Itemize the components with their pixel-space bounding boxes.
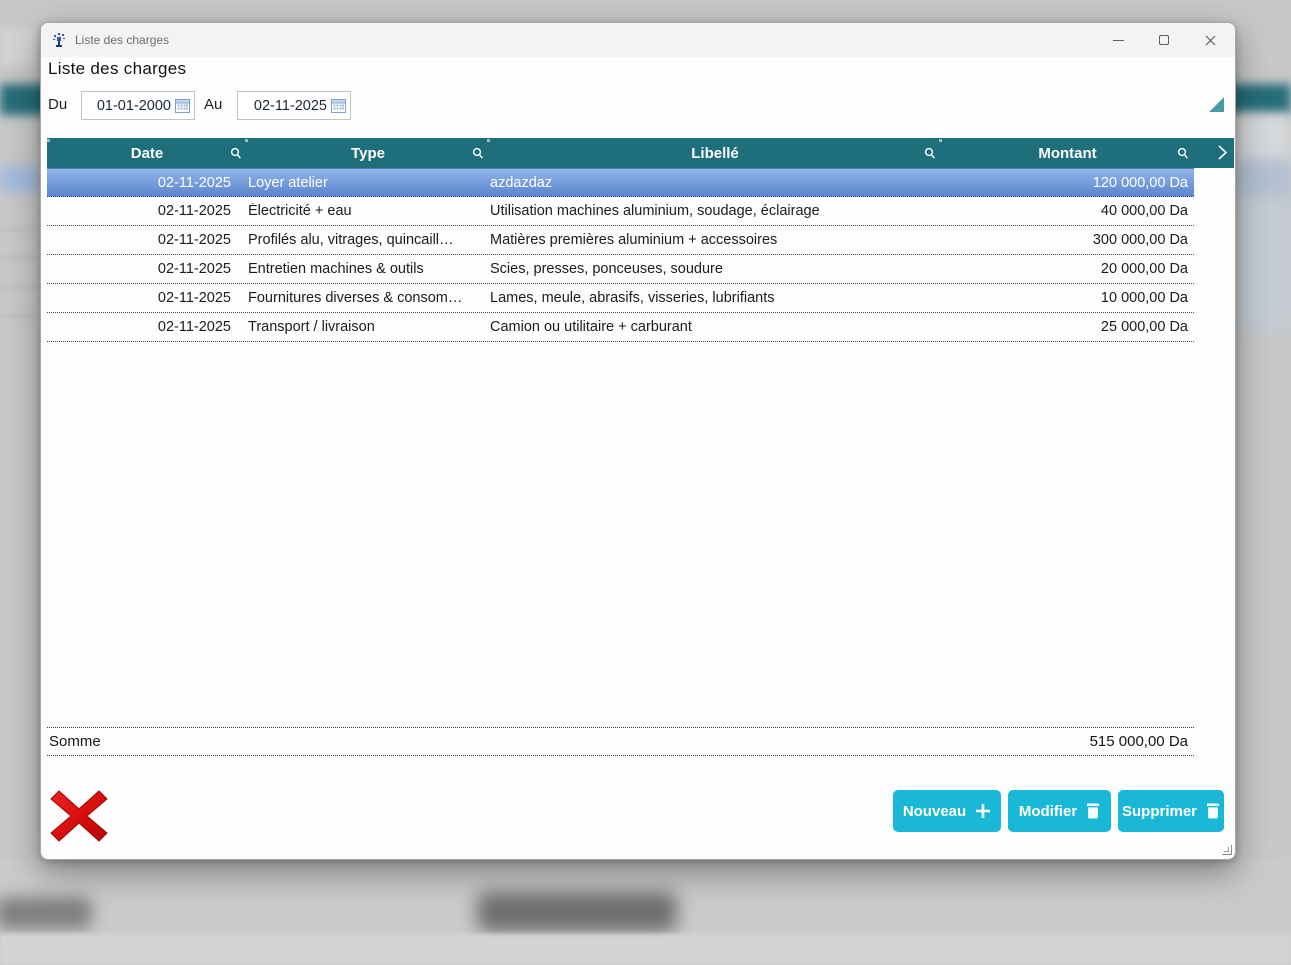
column-resize-grip[interactable]	[939, 139, 943, 147]
app-icon	[51, 32, 67, 48]
background-row-line	[0, 315, 40, 317]
liste-des-charges-window: Liste des charges Liste des charges Du 0…	[40, 22, 1236, 860]
background-blur-text	[477, 892, 677, 932]
maximize-icon	[1159, 35, 1169, 45]
window-resize-grip[interactable]	[1222, 845, 1232, 855]
window-title: Liste des charges	[75, 33, 169, 47]
modifier-button[interactable]: Modifier	[1008, 790, 1111, 832]
column-header-libelle[interactable]: Libellé	[489, 138, 941, 168]
trash-icon	[1086, 803, 1100, 819]
header-extra-space	[1194, 138, 1234, 168]
scroll-right-icon[interactable]	[1218, 145, 1227, 160]
table-row[interactable]: 02-11-2025 Loyer atelier azdazdaz 120 00…	[47, 168, 1194, 197]
charges-grid: Date Type Libellé	[47, 138, 1234, 756]
grid-header: Date Type Libellé	[47, 138, 1234, 168]
background-row-line	[0, 257, 40, 259]
plus-icon	[975, 803, 991, 819]
nouveau-button[interactable]: Nouveau	[893, 790, 1001, 832]
date-filter-row: Du 01-01-2000 Au 02-11-2025	[41, 91, 1235, 121]
date-to-value: 02-11-2025	[254, 98, 327, 114]
background-blur-blob	[0, 166, 40, 192]
cancel-x-button[interactable]	[49, 787, 109, 845]
au-label: Au	[204, 96, 222, 113]
minimize-icon	[1113, 40, 1124, 41]
calendar-icon[interactable]	[175, 98, 190, 113]
background-blur-blob	[1235, 198, 1291, 328]
page-title: Liste des charges	[48, 59, 186, 79]
background-blur-blob	[1235, 114, 1291, 164]
summary-row: Somme 515 000,00 Da	[47, 727, 1194, 756]
column-header-type[interactable]: Type	[247, 138, 489, 168]
close-button[interactable]	[1187, 23, 1233, 57]
background-blur-blob	[1235, 160, 1291, 202]
column-resize-grip[interactable]	[487, 139, 491, 147]
supprimer-button[interactable]: Supprimer	[1118, 790, 1224, 832]
date-from-input[interactable]: 01-01-2000	[81, 91, 195, 120]
date-from-value: 01-01-2000	[97, 98, 171, 114]
du-label: Du	[48, 96, 67, 113]
background-row-line	[0, 228, 40, 230]
minimize-button[interactable]	[1095, 23, 1141, 57]
grid-empty-area	[47, 342, 1194, 727]
column-header-date[interactable]: Date	[47, 138, 247, 168]
calendar-icon[interactable]	[331, 98, 346, 113]
background-row-line	[0, 286, 40, 288]
filter-expand-triangle[interactable]	[1209, 97, 1224, 112]
background-blur-text	[0, 897, 92, 929]
table-row[interactable]: 02-11-2025 Profilés alu, vitrages, quinc…	[47, 226, 1194, 255]
table-row[interactable]: 02-11-2025 Entretien machines & outils S…	[47, 255, 1194, 284]
search-icon[interactable]	[472, 147, 484, 160]
date-to-input[interactable]: 02-11-2025	[237, 91, 351, 120]
grid-body: 02-11-2025 Loyer atelier azdazdaz 120 00…	[47, 168, 1194, 756]
column-resize-grip[interactable]	[245, 139, 249, 147]
trash-icon	[1206, 803, 1220, 819]
background-blur-blob	[0, 28, 36, 66]
column-header-montant[interactable]: Montant	[941, 138, 1194, 168]
search-icon[interactable]	[924, 147, 936, 160]
column-resize-grip[interactable]	[47, 139, 51, 147]
background-bottom-strip	[0, 934, 1291, 965]
table-row[interactable]: 02-11-2025 Transport / livraison Camion …	[47, 313, 1194, 342]
screen: Liste des charges Liste des charges Du 0…	[0, 0, 1291, 965]
close-icon	[1205, 35, 1216, 46]
search-icon[interactable]	[1177, 147, 1189, 160]
table-row[interactable]: 02-11-2025 Fournitures diverses & consom…	[47, 284, 1194, 313]
somme-value: 515 000,00 Da	[1090, 733, 1194, 750]
search-icon[interactable]	[230, 147, 242, 160]
maximize-button[interactable]	[1141, 23, 1187, 57]
somme-label: Somme	[47, 733, 1090, 750]
table-row[interactable]: 02-11-2025 Électricité + eau Utilisation…	[47, 197, 1194, 226]
titlebar[interactable]: Liste des charges	[41, 23, 1235, 57]
